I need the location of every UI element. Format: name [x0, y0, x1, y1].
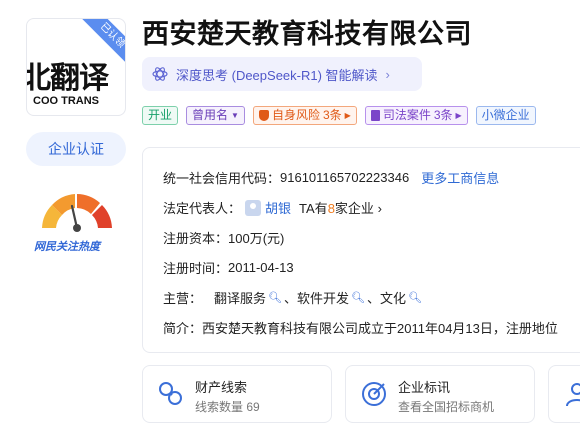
reg-date-label: 注册时间：	[163, 261, 229, 276]
atom-icon	[152, 67, 168, 81]
risk-label: 自身风险	[271, 108, 320, 122]
credit-code-value: 916101165702223346	[280, 170, 410, 185]
search-icon[interactable]: 🔍︎	[351, 291, 365, 304]
business-item[interactable]: 翻译服务	[214, 288, 266, 307]
open-status-badge: 开业	[142, 106, 179, 125]
intro-row: 简介： 西安楚天教育科技有限公司成立于2011年04月13日，注册地位	[163, 318, 558, 337]
intro-label: 简介：	[163, 321, 203, 336]
enterprise-cert-button[interactable]: 企业认证	[26, 132, 126, 166]
card-title: 财产线索	[195, 380, 248, 395]
document-icon	[370, 110, 380, 121]
partial-card[interactable]	[548, 365, 580, 423]
logo-subtext: COO TRANS	[33, 95, 99, 107]
judicial-case-tag[interactable]: 司法案件 3条 ▶	[364, 106, 468, 125]
main-business-row: 主营： 翻译服务 🔍︎、 软件开发 🔍︎、 文化 🔍︎	[163, 288, 424, 307]
reg-date-value: 2011-04-13	[228, 260, 294, 275]
legal-rep-name-link[interactable]: 胡银	[265, 198, 291, 217]
more-business-info-link[interactable]: 更多工商信息	[421, 168, 499, 187]
asset-clue-icon	[159, 382, 182, 405]
asset-clue-card[interactable]: 财产线索 线索数量 69	[142, 365, 332, 423]
capital-row: 注册资本： 100万(元)	[163, 228, 284, 247]
ai-interpret-button[interactable]: 深度思考 (DeepSeek-R1) 智能解读 ›	[142, 57, 422, 91]
self-risk-tag[interactable]: 自身风险 3条 ▶	[252, 106, 357, 125]
company-name: 西安楚天教育科技有限公司	[142, 19, 472, 49]
main-business-label: 主营：	[163, 291, 203, 306]
ta-prefix: TA有	[299, 201, 328, 216]
target-icon	[362, 382, 386, 406]
company-logo: 北翻译 COO TRANS 已认领	[26, 18, 126, 116]
card-subtitle: 线索数量 69	[195, 400, 260, 414]
ta-count: 8	[327, 201, 335, 216]
legal-rep-companies-link[interactable]: TA有8家企业 ›	[299, 198, 382, 217]
chevron-right-icon: ›	[385, 66, 390, 82]
capital-value: 100万(元)	[228, 231, 285, 246]
ai-label: 深度思考 (DeepSeek-R1) 智能解读	[176, 67, 378, 83]
micro-enterprise-tag: 小微企业	[475, 106, 536, 125]
card-subtitle: 查看全国招标商机	[398, 400, 495, 414]
intro-text: 西安楚天教育科技有限公司成立于2011年04月13日，注册地位	[202, 321, 558, 336]
search-icon[interactable]: 🔍︎	[408, 291, 422, 304]
caret-right-icon: ▶	[344, 111, 351, 120]
person-icon	[566, 383, 580, 407]
credit-code-label: 统一社会信用代码：	[163, 171, 281, 186]
business-item[interactable]: 软件开发	[297, 288, 349, 307]
heat-label: 网民关注热度	[34, 241, 100, 253]
case-label: 司法案件	[382, 108, 431, 122]
status-tags: 开业 曾用名 ▼ 自身风险 3条 ▶ 司法案件 3条 ▶ 小微企业	[142, 106, 536, 125]
bidding-card[interactable]: 企业标讯 查看全国招标商机	[345, 365, 535, 423]
business-item[interactable]: 文化	[380, 288, 406, 307]
chevron-right-icon: ›	[377, 201, 382, 216]
credit-code-row: 统一社会信用代码： 916101165702223346 更多工商信息	[163, 168, 499, 187]
logo-text: 北翻译	[26, 61, 109, 96]
case-count: 3条	[433, 108, 453, 122]
caret-down-icon: ▼	[231, 111, 239, 120]
ta-suffix: 家企业	[334, 201, 374, 216]
caret-right-icon: ▶	[455, 111, 462, 120]
search-icon[interactable]: 🔍︎	[268, 291, 282, 304]
risk-icon	[258, 110, 269, 121]
former-name-dropdown[interactable]: 曾用名 ▼	[186, 106, 245, 125]
avatar	[245, 199, 262, 216]
reg-date-row: 注册时间： 2011-04-13	[163, 258, 294, 277]
former-name-label: 曾用名	[192, 108, 229, 122]
card-title: 企业标讯	[398, 380, 451, 395]
capital-label: 注册资本：	[163, 231, 229, 246]
business-info-card: 统一社会信用代码： 916101165702223346 更多工商信息 法定代表…	[142, 147, 580, 353]
risk-count: 3条	[322, 108, 342, 122]
legal-rep-row: 法定代表人： 胡银 TA有8家企业 ›	[163, 198, 382, 217]
legal-rep-label: 法定代表人：	[163, 201, 242, 216]
